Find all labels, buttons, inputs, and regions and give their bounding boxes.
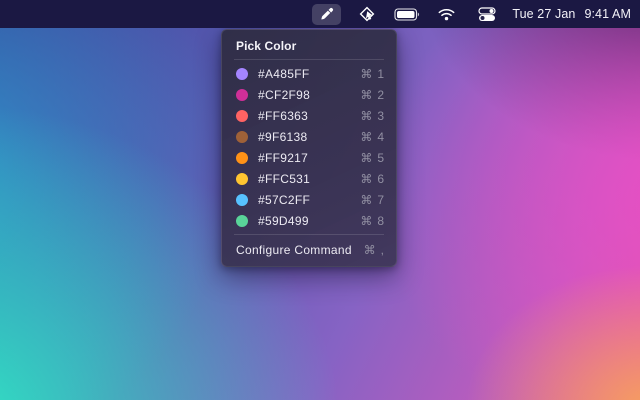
eyedropper-menu-button[interactable]: [312, 4, 341, 25]
color-shortcut: ⌘ 1: [360, 67, 384, 81]
shortcut-key: 6: [377, 172, 384, 186]
command-modifier-glyph: ⌘: [360, 172, 372, 186]
menu-bar-status-cluster: Tue 27 Jan 9:41 AM: [312, 4, 631, 25]
color-hex-label: #FF9217: [258, 151, 360, 165]
color-swatch: [236, 152, 248, 164]
control-center-menu-button[interactable]: [472, 4, 501, 25]
color-preset-menu-item[interactable]: #59D499 ⌘ 8: [222, 210, 396, 231]
menu-bar-time: 9:41 AM: [584, 7, 631, 21]
command-modifier-glyph: ⌘: [360, 193, 372, 207]
color-preset-menu-item[interactable]: #57C2FF ⌘ 7: [222, 189, 396, 210]
color-swatch: [236, 215, 248, 227]
color-hex-label: #CF2F98: [258, 88, 360, 102]
color-swatch: [236, 173, 248, 185]
configure-command-shortcut: ⌘ ,: [364, 243, 384, 257]
color-shortcut: ⌘ 5: [360, 151, 384, 165]
color-shortcut: ⌘ 4: [360, 130, 384, 144]
menu-divider-bottom: [234, 234, 384, 235]
color-preset-menu-item[interactable]: #CF2F98 ⌘ 2: [222, 84, 396, 105]
color-shortcut: ⌘ 8: [360, 214, 384, 228]
command-modifier-glyph: ⌘: [360, 214, 372, 228]
command-modifier-glyph: ⌘: [360, 67, 372, 81]
command-modifier-glyph: ⌘: [360, 130, 372, 144]
menu-bar-date: Tue 27 Jan: [512, 7, 575, 21]
color-shortcut: ⌘ 3: [360, 109, 384, 123]
wifi-icon: [438, 8, 455, 21]
shortcut-key: 7: [377, 193, 384, 207]
command-modifier-glyph: ⌘: [360, 88, 372, 102]
color-preset-menu-item[interactable]: #9F6138 ⌘ 4: [222, 126, 396, 147]
color-swatch: [236, 68, 248, 80]
pick-color-dropdown-menu: Pick Color #A485FF ⌘ 1 #CF2F98 ⌘ 2 #FF63…: [221, 29, 397, 267]
color-hex-label: #59D499: [258, 214, 360, 228]
color-preset-list: #A485FF ⌘ 1 #CF2F98 ⌘ 2 #FF6363 ⌘ 3 #9F6…: [222, 63, 396, 231]
command-modifier-glyph: ⌘: [360, 151, 372, 165]
color-hex-label: #FF6363: [258, 109, 360, 123]
shortcut-key: ,: [381, 243, 384, 257]
color-swatch: [236, 89, 248, 101]
color-hex-label: #FFC531: [258, 172, 360, 186]
color-shortcut: ⌘ 7: [360, 193, 384, 207]
command-modifier-glyph: ⌘: [364, 243, 376, 257]
color-swatch: [236, 110, 248, 122]
color-swatch: [236, 194, 248, 206]
menu-title: Pick Color: [222, 35, 396, 56]
shortcut-key: 4: [377, 130, 384, 144]
color-preset-menu-item[interactable]: #A485FF ⌘ 1: [222, 63, 396, 84]
eyedropper-icon: [319, 7, 334, 22]
color-preset-menu-item[interactable]: #FF6363 ⌘ 3: [222, 105, 396, 126]
shortcut-key: 8: [377, 214, 384, 228]
color-preset-menu-item[interactable]: #FF9217 ⌘ 5: [222, 147, 396, 168]
shortcut-key: 5: [377, 151, 384, 165]
diamond-cursor-icon: [359, 6, 375, 22]
menu-bar-clock[interactable]: Tue 27 Jan 9:41 AM: [512, 7, 631, 21]
color-shortcut: ⌘ 6: [360, 172, 384, 186]
wifi-menu-button[interactable]: [432, 4, 461, 25]
command-modifier-glyph: ⌘: [360, 109, 372, 123]
shortcut-key: 1: [377, 67, 384, 81]
color-preset-menu-item[interactable]: #FFC531 ⌘ 6: [222, 168, 396, 189]
shortcut-key: 2: [377, 88, 384, 102]
control-center-toggles-icon: [478, 7, 496, 22]
color-hex-label: #A485FF: [258, 67, 360, 81]
configure-command-menu-item[interactable]: Configure Command ⌘ ,: [222, 238, 396, 262]
color-swatch: [236, 131, 248, 143]
color-shortcut: ⌘ 2: [360, 88, 384, 102]
color-hex-label: #57C2FF: [258, 193, 360, 207]
battery-icon: [394, 8, 420, 21]
shortcut-key: 3: [377, 109, 384, 123]
menu-bar: Tue 27 Jan 9:41 AM: [0, 0, 640, 28]
color-hex-label: #9F6138: [258, 130, 360, 144]
diamond-app-menu-button[interactable]: [352, 4, 381, 25]
configure-command-label: Configure Command: [236, 243, 364, 257]
menu-divider-top: [234, 59, 384, 60]
battery-menu-button[interactable]: [392, 4, 421, 25]
